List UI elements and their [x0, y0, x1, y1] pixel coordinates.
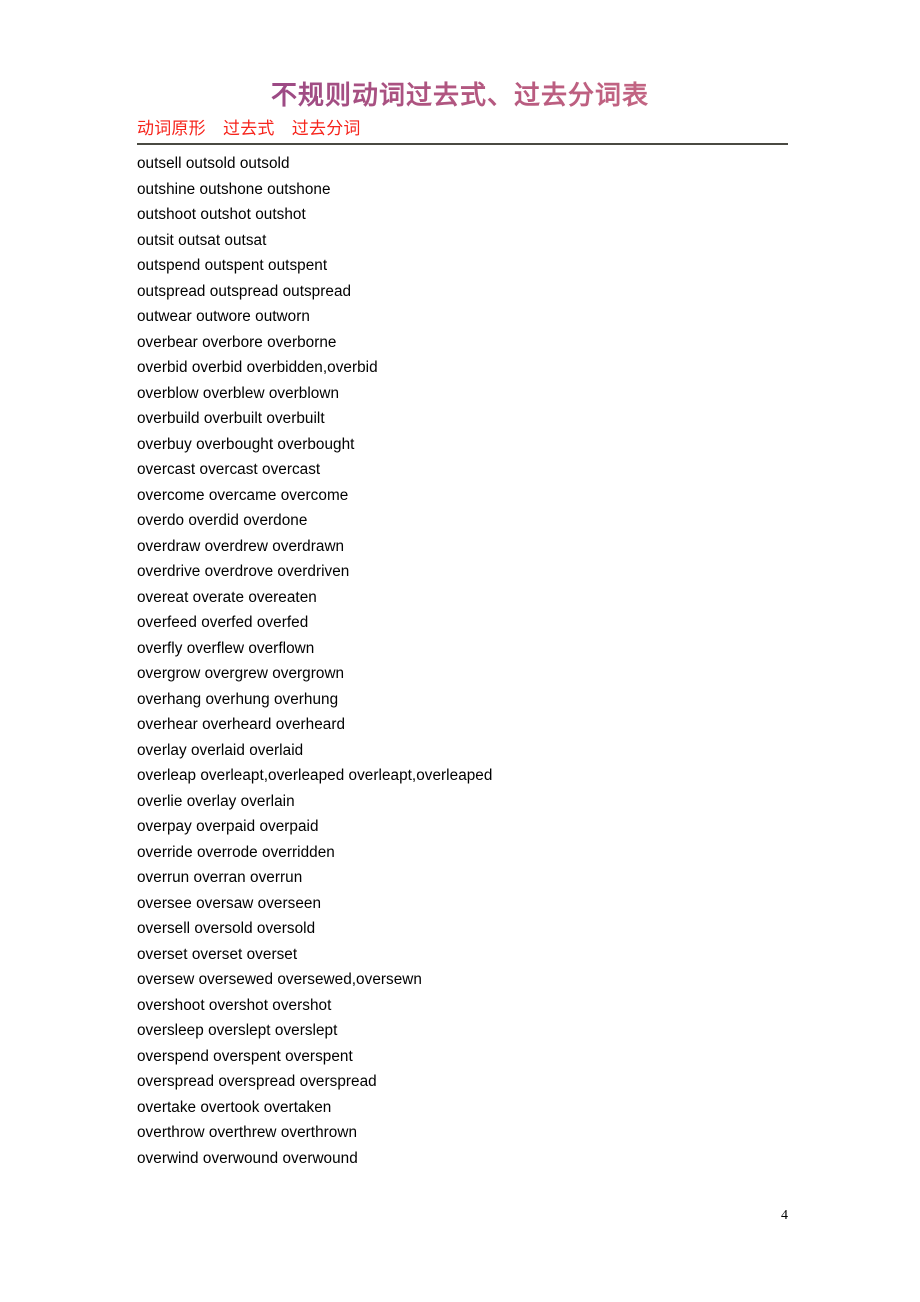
table-row: overcome overcame overcome: [137, 486, 349, 504]
table-row: overspend overspent overspent: [137, 1047, 353, 1065]
table-row: overdo overdid overdone: [137, 512, 308, 529]
table-row: outsell outsold outsold: [137, 155, 290, 172]
table-row: outshoot outshot outshot: [137, 206, 306, 223]
table-row: overhang overhung overhung: [137, 690, 339, 708]
table-row: overset overset overset: [137, 945, 298, 963]
table-row: oversew oversewed oversewed,oversewn: [137, 971, 422, 988]
table-row: overbear overbore overborne: [137, 333, 337, 351]
table-row: overeat overate overeaten: [137, 588, 317, 606]
table-row: overspread overspread overspread: [137, 1073, 377, 1090]
table-row: outspread outspread outspread: [137, 282, 352, 300]
table-row: outspend outspent outspent: [137, 257, 328, 274]
document-page: 不规则动词过去式、过去分词表 动词原形 过去式 过去分词 outsell out…: [0, 0, 920, 1302]
table-row: overfeed overfed overfed: [137, 614, 309, 631]
table-row: override overrode overridden: [137, 843, 335, 861]
table-row: overblow overblew overblown: [137, 384, 340, 402]
table-row: overshoot overshot overshot: [137, 996, 332, 1014]
table-row: overtake overtook overtaken: [137, 1098, 332, 1116]
page-title: 不规则动词过去式、过去分词表: [0, 79, 920, 113]
table-row: overbid overbid overbidden,overbid: [137, 359, 378, 376]
table-row: overdraw overdrew overdrawn: [137, 537, 345, 555]
table-row: overrun overran overrun: [137, 869, 303, 886]
table-row: overlie overlay overlain: [137, 792, 295, 810]
table-row: overdrive overdrove overdriven: [137, 563, 350, 580]
table-row: overwind overwound overwound: [137, 1149, 358, 1167]
header-divider: [137, 143, 788, 145]
table-row: oversleep overslept overslept: [137, 1022, 338, 1039]
table-row: outsit outsat outsat: [137, 231, 267, 249]
table-row: overgrow overgrew overgrown: [137, 665, 345, 682]
table-row: overleap overleapt,overleaped overleapt,…: [137, 767, 493, 784]
table-row: overcast overcast overcast: [137, 461, 321, 478]
table-row: oversell oversold oversold: [137, 920, 316, 937]
table-row: overpay overpaid overpaid: [137, 818, 319, 835]
table-row: oversee oversaw overseen: [137, 894, 322, 912]
table-row: outwear outwore outworn: [137, 308, 310, 325]
table-row: overfly overflew overflown: [137, 639, 315, 657]
table-row: overhear overheard overheard: [137, 716, 346, 733]
irregular-verb-table: outsell outsold outsold outshine outshone…: [137, 151, 897, 1171]
page-number: 4: [781, 1208, 788, 1223]
table-row: overbuy overbought overbought: [137, 435, 355, 453]
table-row: overlay overlaid overlaid: [137, 741, 304, 759]
table-column-header: 动词原形 过去式 过去分词: [137, 119, 361, 138]
table-row: outshine outshone outshone: [137, 180, 331, 198]
table-row: overthrow overthrew overthrown: [137, 1124, 357, 1141]
table-row: overbuild overbuilt overbuilt: [137, 410, 325, 427]
